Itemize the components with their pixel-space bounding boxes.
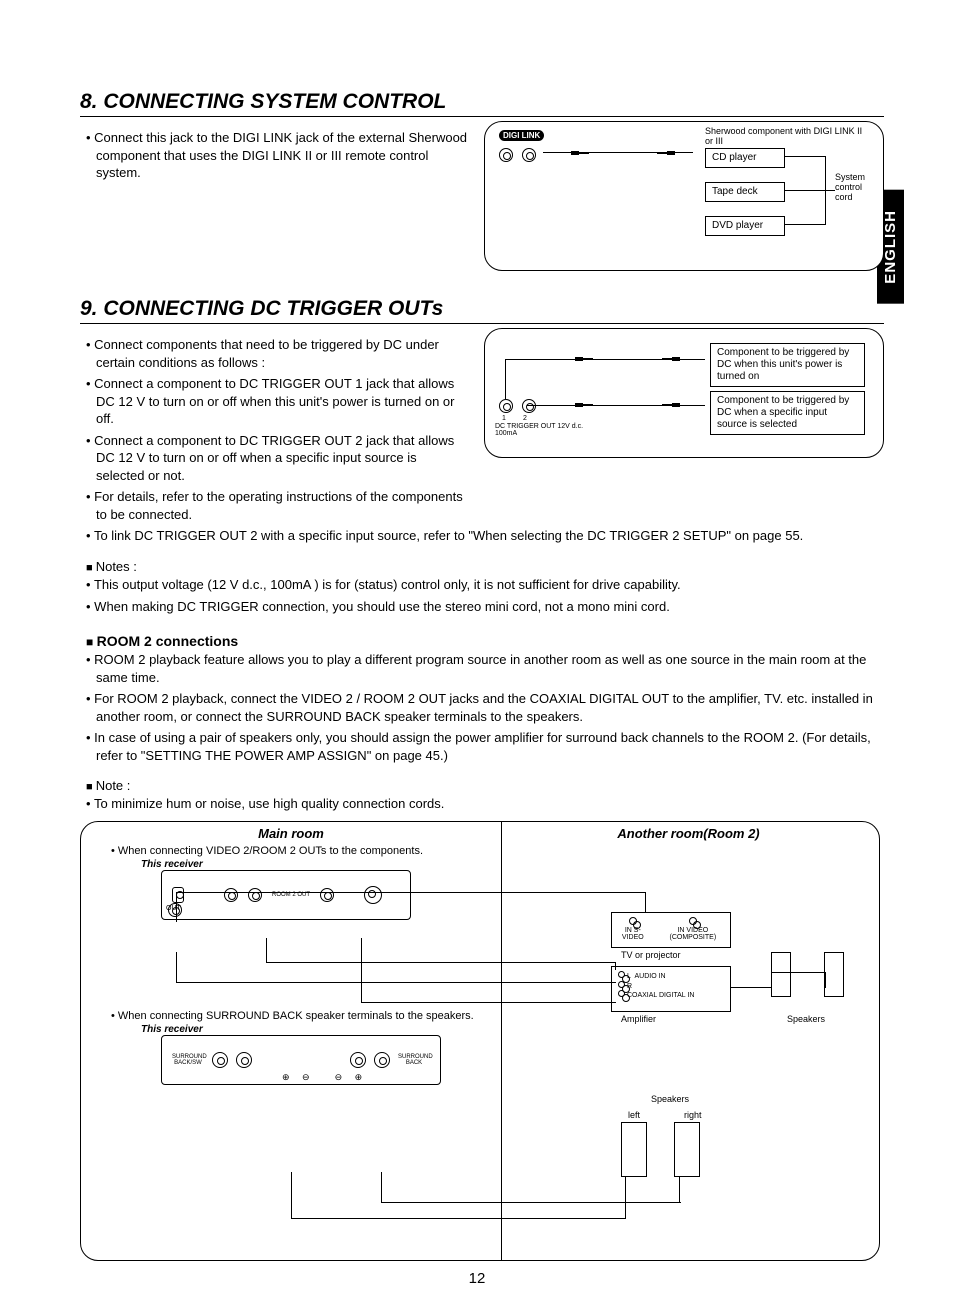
digilink-badge: DIGI LINK	[499, 130, 544, 141]
jack-icon	[168, 903, 182, 917]
amp-coax: COAXIAL DIGITAL IN	[627, 992, 694, 999]
bullet: Connect a component to DC TRIGGER OUT 1 …	[86, 375, 468, 428]
section-9-row: Connect components that need to be trigg…	[80, 328, 884, 527]
bullet: For ROOM 2 playback, connect the VIDEO 2…	[86, 690, 884, 725]
tv-in1: IN S-VIDEO	[622, 927, 644, 941]
plug-icon	[660, 356, 680, 362]
fig8-item: Tape deck	[705, 182, 785, 202]
page-number: 12	[0, 1270, 954, 1287]
jack-icon	[499, 399, 513, 413]
divider	[501, 822, 502, 1260]
plug-icon	[571, 150, 591, 156]
section-8-row: Connect this jack to the DIGI LINK jack …	[80, 121, 884, 271]
note2-heading: Note :	[86, 778, 884, 793]
bullet: This output voltage (12 V d.c., 100mA ) …	[86, 576, 884, 594]
room2-heading: ROOM 2 connections	[86, 633, 884, 649]
jack-icon	[522, 399, 536, 413]
tv-box: IN S-VIDEO IN VIDEO (COMPOSITE)	[611, 912, 731, 948]
fig8-item: DVD player	[705, 216, 785, 236]
jack-icon	[172, 887, 184, 903]
bullet: Connect this jack to the DIGI LINK jack …	[86, 129, 468, 182]
fig8-header: Sherwood component with DIGI LINK II or …	[705, 126, 865, 146]
figure-8: DIGI LINK Sherwood component with DIGI L…	[484, 121, 884, 271]
speaker-icon	[771, 952, 791, 997]
jack-icon	[364, 886, 382, 904]
figure-9: 1 2 DC TRIGGER OUT 12V d.c. 100mA Compon…	[484, 328, 884, 458]
jack-icon	[499, 148, 513, 162]
room2-bullets: ROOM 2 playback feature allows you to pl…	[86, 651, 884, 764]
jack-icon	[689, 917, 697, 925]
figure-room: Main room • When connecting VIDEO 2/ROOM…	[80, 821, 880, 1261]
speakers-label: Speakers	[787, 1014, 825, 1024]
bullet: Connect components that need to be trigg…	[86, 336, 468, 371]
tv-label: TV or projector	[621, 950, 681, 960]
speaker-icon	[621, 1122, 647, 1177]
jack-num: 1	[502, 415, 506, 422]
this-receiver-label: This receiver	[141, 859, 501, 870]
terminal-icon	[374, 1052, 390, 1068]
sb-label: SURROUND BACK/SW	[172, 1054, 204, 1066]
jack-caption: DC TRIGGER OUT 12V d.c. 100mA	[495, 423, 585, 437]
fig8-item: CD player	[705, 148, 785, 168]
notes-heading: Notes :	[86, 559, 884, 574]
bullet: To link DC TRIGGER OUT 2 with a specific…	[86, 527, 884, 545]
fig9-box2: Component to be triggered by DC when a s…	[710, 391, 865, 435]
terminal-icon	[350, 1052, 366, 1068]
bullet: To minimize hum or noise, use high quali…	[86, 795, 884, 813]
fig8-side-label: System control cord	[835, 172, 875, 202]
terminal-icon	[236, 1052, 252, 1068]
jack-icon	[320, 888, 334, 902]
plug-icon	[655, 150, 675, 156]
section-8-title: 8. CONNECTING SYSTEM CONTROL	[80, 90, 884, 117]
jack-icon	[618, 990, 625, 997]
right-label: right	[684, 1110, 702, 1120]
section-9-bullets: Connect components that need to be trigg…	[86, 336, 468, 523]
jack-icon	[224, 888, 238, 902]
sb-label: SURROUND BACK	[398, 1054, 430, 1066]
speaker-icon	[674, 1122, 700, 1177]
amp-in: AUDIO IN	[634, 973, 665, 980]
bullet: ROOM 2 playback feature allows you to pl…	[86, 651, 884, 686]
plug-icon	[660, 402, 680, 408]
caption: When connecting VIDEO 2/ROOM 2 OUTs to t…	[118, 845, 423, 857]
fig9-box1: Component to be triggered by DC when thi…	[710, 343, 865, 387]
receiver-box-1: OUT ROOM 2 OUT	[161, 870, 411, 920]
speakers-label2: Speakers	[651, 1094, 689, 1104]
jack-icon	[618, 971, 625, 978]
section-9-title: 9. CONNECTING DC TRIGGER OUTs	[80, 297, 884, 324]
section-9-full-bullet: To link DC TRIGGER OUT 2 with a specific…	[86, 527, 884, 545]
section-8-bullets: Connect this jack to the DIGI LINK jack …	[86, 129, 468, 182]
jack-icon	[629, 917, 637, 925]
note2-list: To minimize hum or noise, use high quali…	[86, 795, 884, 813]
jack-num: 2	[523, 415, 527, 422]
caption: When connecting SURROUND BACK speaker te…	[118, 1010, 474, 1022]
amp-box: L AUDIO IN R COAXIAL DIGITAL IN	[611, 966, 731, 1012]
bullet: Connect a component to DC TRIGGER OUT 2 …	[86, 432, 468, 485]
left-label: left	[628, 1110, 640, 1120]
bullet: In case of using a pair of speakers only…	[86, 729, 884, 764]
other-room-title: Another room(Room 2)	[511, 826, 866, 841]
jack-icon	[522, 148, 536, 162]
jack-icon	[248, 888, 262, 902]
notes-list: This output voltage (12 V d.c., 100mA ) …	[86, 576, 884, 615]
plug-icon	[575, 402, 595, 408]
main-room-title: Main room	[81, 826, 501, 841]
jack-icon	[618, 981, 625, 988]
speaker-icon	[824, 952, 844, 997]
bullet: For details, refer to the operating inst…	[86, 488, 468, 523]
page: ENGLISH 8. CONNECTING SYSTEM CONTROL Con…	[0, 0, 954, 1307]
this-receiver-label: This receiver	[141, 1024, 501, 1035]
receiver-box-2: SURROUND BACK/SW SURROUND BACK ⊕ ⊖ ⊖ ⊕	[161, 1035, 441, 1085]
plug-icon	[575, 356, 595, 362]
terminal-icon	[212, 1052, 228, 1068]
bullet: When making DC TRIGGER connection, you s…	[86, 598, 884, 616]
amp-label: Amplifier	[621, 1014, 656, 1024]
tv-in2: IN VIDEO (COMPOSITE)	[669, 927, 716, 941]
